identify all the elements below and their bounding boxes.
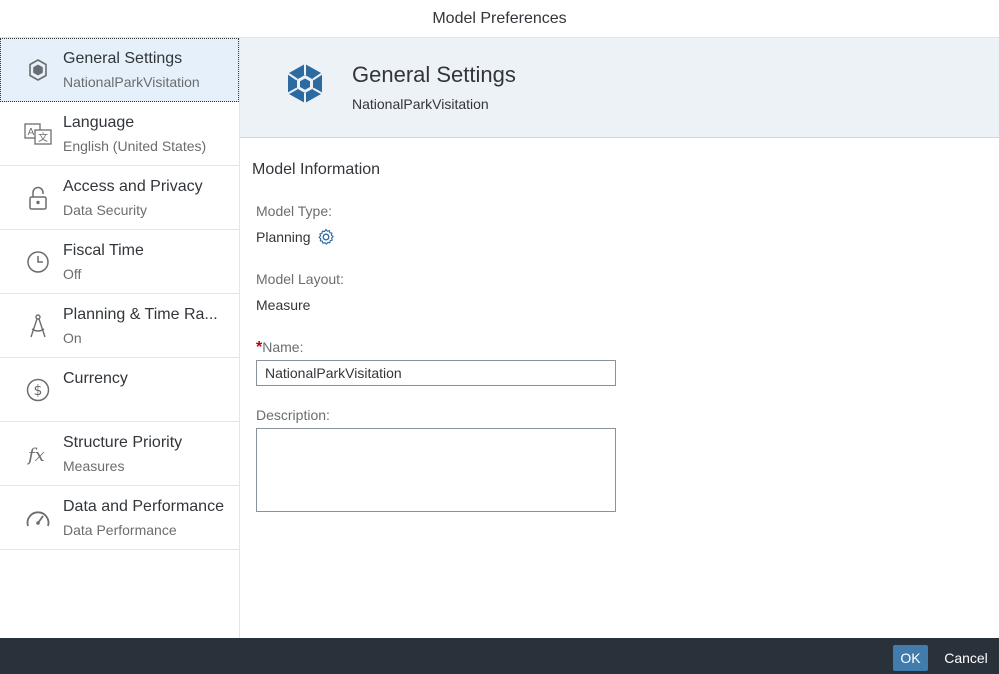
function-icon: fx — [24, 441, 52, 467]
page-title: General Settings — [352, 62, 516, 87]
sidebar-item-language[interactable]: A 文 Language English (United States) — [0, 102, 239, 166]
svg-text:A: A — [28, 127, 35, 138]
dollar-icon: $ — [24, 377, 52, 403]
sidebar-item-title: Data and Performance — [63, 498, 224, 515]
svg-text:fx: fx — [26, 445, 45, 466]
name-label-text: Name: — [262, 339, 304, 355]
sidebar-item-title: Access and Privacy — [63, 178, 203, 195]
cube-icon — [285, 62, 325, 106]
content-panel: General Settings NationalParkVisitation … — [240, 38, 999, 638]
ok-button[interactable]: OK — [893, 645, 928, 671]
unlocked-icon — [24, 185, 52, 211]
sidebar-item-planning-time-range[interactable]: Planning & Time Ra... On — [0, 294, 239, 358]
content-header: General Settings NationalParkVisitation — [240, 38, 999, 138]
dialog-title: Model Preferences — [0, 0, 999, 38]
sidebar-item-title: Currency — [63, 370, 128, 387]
sidebar-item-currency[interactable]: $ Currency — [0, 358, 239, 422]
svg-text:文: 文 — [38, 131, 48, 144]
sidebar-item-access-privacy[interactable]: Access and Privacy Data Security — [0, 166, 239, 230]
sidebar-item-subtitle: NationalParkVisitation — [63, 74, 200, 90]
clock-icon — [24, 249, 52, 275]
model-type-value: Planning — [256, 229, 311, 245]
description-label: Description: — [256, 407, 330, 423]
model-type-label: Model Type: — [256, 203, 333, 219]
model-layout-label: Model Layout: — [256, 271, 344, 287]
sidebar-item-title: General Settings — [63, 50, 183, 67]
section-title: Model Information — [252, 161, 381, 178]
model-layout-value: Measure — [256, 297, 311, 313]
speedometer-icon — [24, 505, 52, 531]
sidebar-item-subtitle: English (United States) — [63, 138, 207, 154]
name-label: *Name: — [256, 339, 303, 357]
name-input[interactable] — [256, 360, 616, 386]
sidebar-item-title: Fiscal Time — [63, 242, 144, 259]
sidebar-item-title: Structure Priority — [63, 434, 183, 451]
sidebar: General Settings NationalParkVisitation … — [0, 38, 240, 638]
gear-icon[interactable] — [317, 228, 335, 246]
translate-icon: A 文 — [24, 121, 52, 147]
sidebar-item-data-performance[interactable]: Data and Performance Data Performance — [0, 486, 239, 550]
sidebar-item-title: Planning & Time Ra... — [63, 306, 218, 323]
sidebar-item-subtitle: Data Performance — [63, 522, 177, 538]
sidebar-item-subtitle: Measures — [63, 458, 125, 474]
sidebar-item-title: Language — [63, 114, 135, 131]
svg-text:$: $ — [34, 383, 43, 399]
description-input[interactable] — [256, 428, 616, 512]
page-subtitle: NationalParkVisitation — [352, 96, 489, 112]
sidebar-item-subtitle: Data Security — [63, 202, 148, 218]
cube-icon — [24, 57, 52, 83]
sidebar-item-fiscal-time[interactable]: Fiscal Time Off — [0, 230, 239, 294]
sidebar-item-subtitle: On — [63, 330, 82, 346]
sidebar-item-subtitle: Off — [63, 266, 82, 282]
compass-icon — [24, 313, 52, 339]
cancel-button[interactable]: Cancel — [938, 645, 994, 671]
dialog-footer: OK Cancel — [0, 638, 999, 674]
sidebar-item-structure-priority[interactable]: fx Structure Priority Measures — [0, 422, 239, 486]
sidebar-item-general-settings[interactable]: General Settings NationalParkVisitation — [0, 38, 239, 102]
